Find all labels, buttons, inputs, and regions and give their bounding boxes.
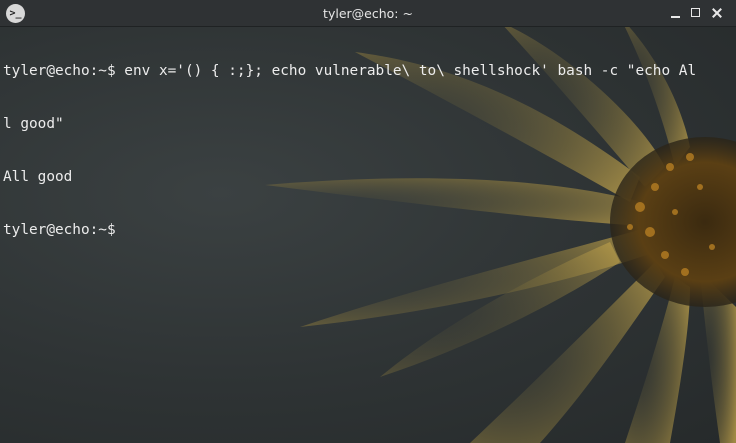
maximize-button[interactable] (686, 4, 704, 22)
terminal-line: tyler@echo:~$ env x='() { :;}; echo vuln… (3, 63, 697, 80)
minimize-icon (670, 16, 680, 18)
terminal-window: >_ tyler@echo: ~ tyler@echo:~$ env x='()… (0, 0, 736, 443)
terminal-line: All good (3, 168, 73, 185)
terminal-line: l good" (3, 115, 64, 132)
terminal-prompt-line[interactable]: tyler@echo:~$ (3, 222, 731, 240)
maximize-icon (690, 8, 700, 17)
close-button[interactable] (708, 4, 726, 22)
title-bar[interactable]: >_ tyler@echo: ~ (0, 0, 736, 27)
terminal-output-area[interactable]: tyler@echo:~$ env x='() { :;}; echo vuln… (0, 27, 736, 443)
close-icon (712, 8, 722, 18)
terminal-text: tyler@echo:~$ env x='() { :;}; echo vuln… (3, 28, 731, 274)
window-title: tyler@echo: ~ (323, 6, 413, 21)
minimize-button[interactable] (666, 4, 684, 22)
